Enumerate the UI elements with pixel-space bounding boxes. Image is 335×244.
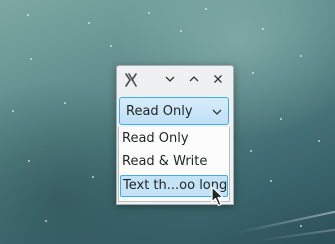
maximize-button[interactable] — [186, 71, 202, 87]
mouse-pointer-icon — [211, 186, 224, 207]
close-icon — [214, 75, 222, 83]
dropdown-item-read-write[interactable]: Read & Write — [119, 151, 229, 173]
dropdown-item-read-only[interactable]: Read Only — [119, 128, 229, 150]
chevron-down-icon — [165, 76, 175, 82]
chevron-up-icon — [189, 76, 199, 82]
combobox-value: Read Only — [126, 104, 193, 119]
access-mode-combobox[interactable]: Read Only — [119, 97, 229, 125]
x-app-icon[interactable] — [124, 72, 138, 87]
close-button[interactable] — [210, 71, 226, 87]
titlebar[interactable] — [117, 66, 233, 92]
chevron-down-icon — [212, 109, 222, 115]
minimize-button[interactable] — [162, 71, 178, 87]
